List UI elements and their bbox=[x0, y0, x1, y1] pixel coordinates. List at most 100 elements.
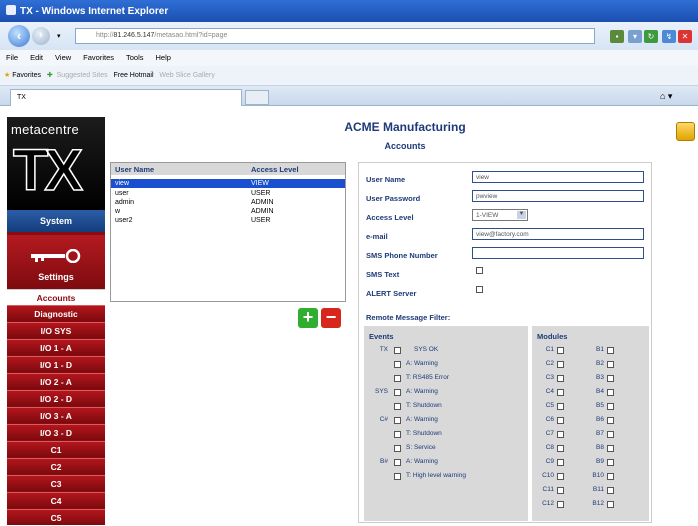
table-row[interactable]: user2 USER bbox=[111, 216, 345, 225]
menu-view[interactable]: View bbox=[55, 53, 71, 62]
password-input[interactable]: pwview bbox=[472, 190, 644, 202]
favorites-button[interactable]: Favorites bbox=[12, 72, 41, 79]
password-label: User Password bbox=[366, 194, 421, 203]
event-checkbox[interactable] bbox=[394, 361, 401, 368]
event-checkbox[interactable] bbox=[394, 375, 401, 382]
menu-io-sys[interactable]: I/O SYS bbox=[7, 322, 105, 338]
table-row[interactable]: view VIEW bbox=[111, 179, 345, 188]
recent-pages-icon[interactable]: ▾ bbox=[57, 32, 61, 40]
back-icon[interactable]: ‹ bbox=[8, 25, 30, 47]
module-b-checkbox[interactable] bbox=[607, 459, 614, 466]
module-b-checkbox[interactable] bbox=[607, 375, 614, 382]
row-level: ADMIN bbox=[251, 199, 274, 206]
event-group-label: TX bbox=[379, 346, 388, 353]
module-b-checkbox[interactable] bbox=[607, 389, 614, 396]
table-row[interactable]: admin ADMIN bbox=[111, 198, 345, 207]
module-b-checkbox[interactable] bbox=[607, 501, 614, 508]
table-row[interactable]: w ADMIN bbox=[111, 207, 345, 216]
module-b-checkbox[interactable] bbox=[607, 445, 614, 452]
event-checkbox[interactable] bbox=[394, 431, 401, 438]
module-b-checkbox[interactable] bbox=[607, 487, 614, 494]
event-checkbox[interactable] bbox=[394, 347, 401, 354]
menu-io-3-a[interactable]: I/O 3 - A bbox=[7, 407, 105, 423]
module-c-checkbox[interactable] bbox=[557, 501, 564, 508]
remove-user-button[interactable]: − bbox=[321, 308, 341, 328]
menu-c3[interactable]: C3 bbox=[7, 475, 105, 491]
fav-link-webslice[interactable]: Web Slice Gallery bbox=[159, 72, 215, 79]
module-b-checkbox[interactable] bbox=[607, 403, 614, 410]
username-input[interactable]: view bbox=[472, 171, 644, 183]
page-subtitle: Accounts bbox=[384, 141, 426, 151]
stop-icon[interactable]: ↯ bbox=[662, 30, 676, 43]
menu-bar: File Edit View Favorites Tools Help bbox=[0, 50, 698, 66]
module-c-checkbox[interactable] bbox=[557, 347, 564, 354]
menu-help[interactable]: Help bbox=[156, 53, 171, 62]
menu-c1[interactable]: C1 bbox=[7, 441, 105, 457]
fav-link-hotmail[interactable]: Free Hotmail bbox=[113, 72, 153, 79]
module-b-checkbox[interactable] bbox=[607, 347, 614, 354]
event-label: SYS OK bbox=[414, 346, 439, 353]
sms-text-checkbox[interactable] bbox=[476, 267, 483, 274]
module-c-checkbox[interactable] bbox=[557, 403, 564, 410]
new-tab-button[interactable] bbox=[245, 90, 269, 105]
menu-io-1-a[interactable]: I/O 1 - A bbox=[7, 339, 105, 355]
module-b-checkbox[interactable] bbox=[607, 473, 614, 480]
forward-icon[interactable]: › bbox=[32, 27, 50, 45]
event-checkbox[interactable] bbox=[394, 417, 401, 424]
module-c-checkbox[interactable] bbox=[557, 375, 564, 382]
event-checkbox[interactable] bbox=[394, 445, 401, 452]
close-tab-icon[interactable]: ✕ bbox=[678, 30, 692, 43]
add-user-button[interactable]: + bbox=[298, 308, 318, 328]
menu-accounts[interactable]: Accounts bbox=[7, 289, 105, 305]
login-key-icon[interactable] bbox=[676, 122, 695, 141]
table-row[interactable]: user USER bbox=[111, 189, 345, 198]
sms-phone-input[interactable] bbox=[472, 247, 644, 259]
access-level-select[interactable]: 1-VIEW ▼ bbox=[472, 209, 528, 221]
menu-io-3-d[interactable]: I/O 3 - D bbox=[7, 424, 105, 440]
menu-favorites[interactable]: Favorites bbox=[83, 53, 114, 62]
menu-tools[interactable]: Tools bbox=[126, 53, 144, 62]
event-checkbox[interactable] bbox=[394, 473, 401, 480]
dropdown-icon[interactable]: ▾ bbox=[628, 30, 642, 43]
event-checkbox[interactable] bbox=[394, 459, 401, 466]
add-favorite-icon[interactable]: ✚ bbox=[47, 72, 53, 79]
module-c-checkbox[interactable] bbox=[557, 431, 564, 438]
module-c-checkbox[interactable] bbox=[557, 417, 564, 424]
browser-tab[interactable]: TX bbox=[10, 89, 242, 106]
module-b-label: B1 bbox=[596, 346, 604, 353]
menu-io-1-d[interactable]: I/O 1 - D bbox=[7, 356, 105, 372]
menu-diagnostic[interactable]: Diagnostic bbox=[7, 305, 105, 321]
filter-label: Remote Message Filter: bbox=[366, 313, 451, 322]
module-c-checkbox[interactable] bbox=[557, 389, 564, 396]
menu-edit[interactable]: Edit bbox=[30, 53, 43, 62]
email-input[interactable]: view@factory.com bbox=[472, 228, 644, 240]
module-b-checkbox[interactable] bbox=[607, 431, 614, 438]
module-c-checkbox[interactable] bbox=[557, 459, 564, 466]
compatibility-icon[interactable]: ▪ bbox=[610, 30, 624, 43]
menu-c2[interactable]: C2 bbox=[7, 458, 105, 474]
favorites-star-icon[interactable]: ★ bbox=[4, 72, 10, 79]
system-button[interactable]: System bbox=[7, 210, 105, 232]
module-c-checkbox[interactable] bbox=[557, 445, 564, 452]
address-bar[interactable]: http://81.246.5.147/metasao.html?id=page bbox=[75, 28, 595, 44]
menu-io-2-a[interactable]: I/O 2 - A bbox=[7, 373, 105, 389]
event-checkbox[interactable] bbox=[394, 403, 401, 410]
menu-io-2-d[interactable]: I/O 2 - D bbox=[7, 390, 105, 406]
module-b-checkbox[interactable] bbox=[607, 417, 614, 424]
settings-button[interactable]: Settings bbox=[7, 235, 105, 293]
menu-file[interactable]: File bbox=[6, 53, 18, 62]
module-c-checkbox[interactable] bbox=[557, 487, 564, 494]
page-title: ACME Manufacturing bbox=[344, 120, 466, 134]
address-host: 81.246.5.147 bbox=[113, 32, 155, 39]
row-username: w bbox=[115, 208, 121, 215]
fav-link-suggested[interactable]: Suggested Sites bbox=[57, 72, 108, 79]
module-b-checkbox[interactable] bbox=[607, 361, 614, 368]
event-checkbox[interactable] bbox=[394, 389, 401, 396]
refresh-icon[interactable]: ↻ bbox=[644, 30, 658, 43]
module-c-checkbox[interactable] bbox=[557, 473, 564, 480]
module-b-label: B5 bbox=[596, 402, 604, 409]
home-icon[interactable]: ⌂ ▾ bbox=[660, 91, 672, 102]
menu-c4[interactable]: C4 bbox=[7, 492, 105, 508]
module-c-checkbox[interactable] bbox=[557, 361, 564, 368]
alert-server-checkbox[interactable] bbox=[476, 286, 483, 293]
